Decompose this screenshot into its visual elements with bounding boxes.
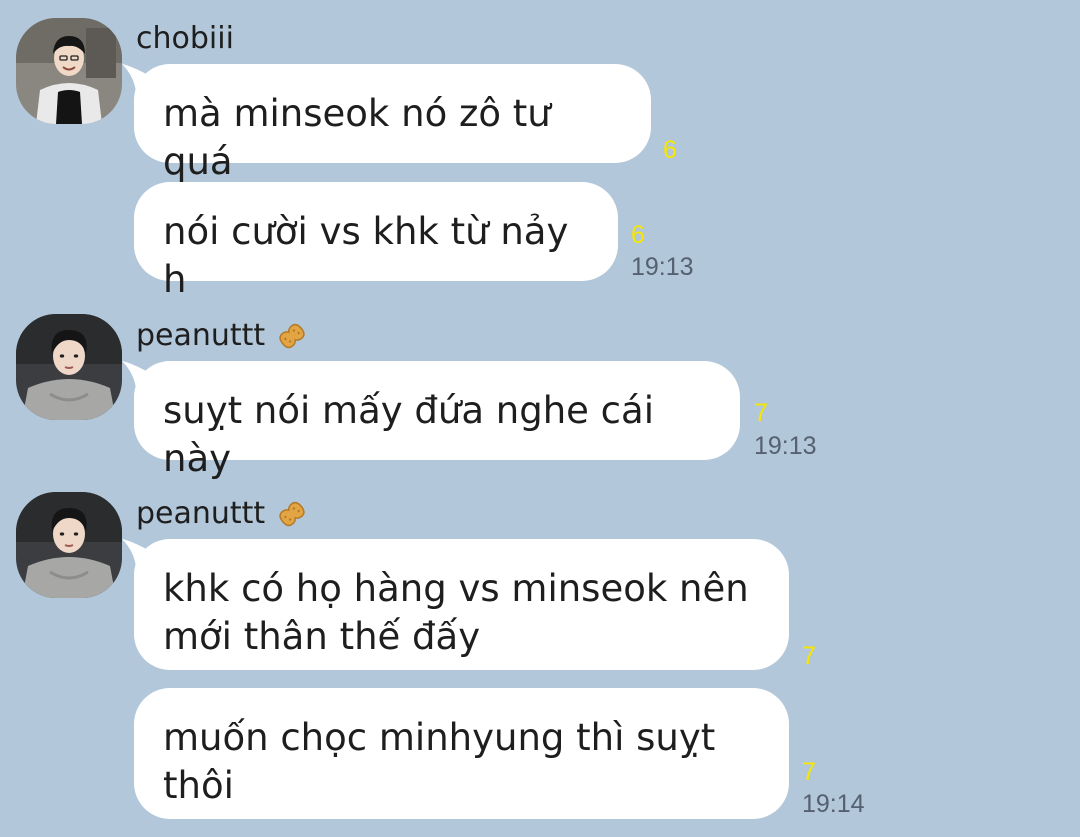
message-bubble[interactable]: khk có họ hàng vs minseok nên mới thân t… [134,539,789,670]
message-text: mà minseok nó zô tư quá [163,92,551,183]
message-text: muốn chọc minhyung thì suỵt thôi [163,716,716,807]
message-text: khk có họ hàng vs minseok nên mới thân t… [163,567,749,658]
message-text: suỵt nói mấy đứa nghe cái này [163,389,654,480]
unread-count: 6 [663,136,677,164]
peanut-icon [279,323,305,349]
sender-name: peanuttt [136,495,311,533]
unread-count: 7 [754,399,768,427]
message-bubble[interactable]: suỵt nói mấy đứa nghe cái này [134,361,740,480]
chat-room: chobiii mà minseok nó zô tư quá 6 nói cư… [0,0,1080,837]
avatar-peanuttt[interactable] [16,314,122,420]
timestamp: 19:13 [631,253,694,281]
unread-count: 7 [802,642,816,670]
sender-label: chobiii [136,21,234,56]
message-bubble[interactable]: mà minseok nó zô tư quá [134,64,651,183]
peanut-icon [279,501,305,527]
sender-name: chobiii [136,21,234,57]
avatar-peanuttt[interactable] [16,492,122,598]
timestamp: 19:14 [802,790,865,818]
message-bubble[interactable]: nói cười vs khk từ nảy h [134,182,618,301]
profile-photo-boy-hoodie-icon [16,18,122,124]
profile-photo-boy-gray-hoodie-icon [16,314,122,420]
message-bubble[interactable]: muốn chọc minhyung thì suỵt thôi [134,688,789,819]
sender-label: peanuttt [136,496,266,531]
message-text: nói cười vs khk từ nảy h [163,210,569,301]
profile-photo-boy-gray-hoodie-icon [16,492,122,598]
sender-name: peanuttt [136,317,311,355]
sender-label: peanuttt [136,318,266,353]
unread-count: 6 [631,221,645,249]
avatar-chobiii[interactable] [16,18,122,124]
timestamp: 19:13 [754,432,817,460]
unread-count: 7 [802,758,816,786]
